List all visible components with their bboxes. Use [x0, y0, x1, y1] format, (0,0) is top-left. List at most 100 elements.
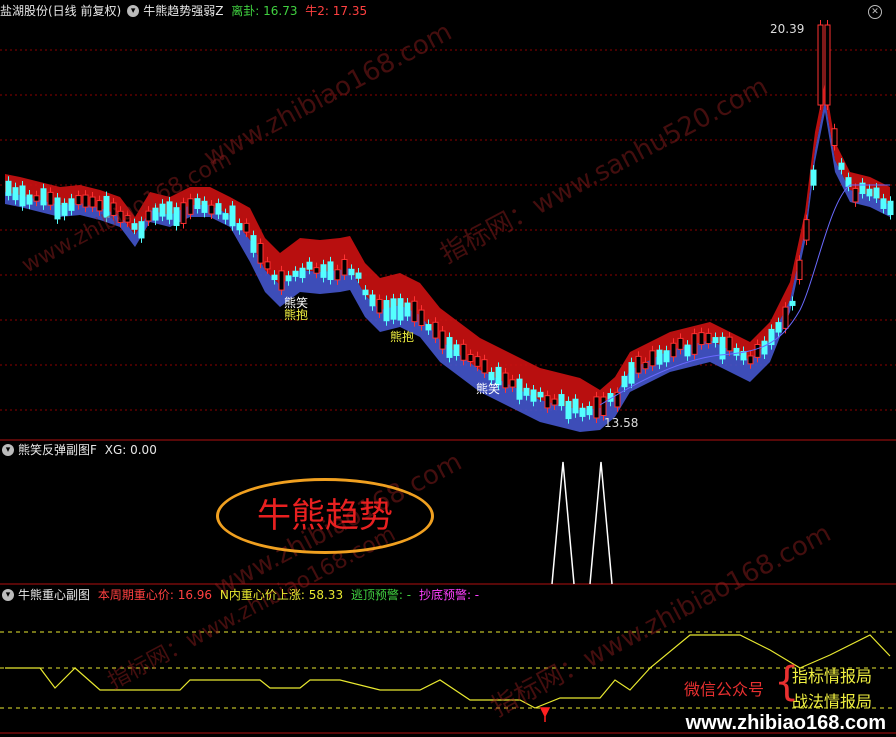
promo-line2: 战法情报局: [792, 692, 873, 711]
candle-body: [173, 207, 180, 226]
low-price-label: 13.58: [604, 416, 639, 430]
candle-body: [530, 389, 537, 402]
candle-body: [250, 235, 257, 253]
promo-line1: 指标情报局: [792, 667, 873, 686]
candle-body: [411, 300, 418, 323]
chart-canvas[interactable]: [0, 0, 896, 737]
candle-body: [341, 259, 348, 276]
candle-body: [810, 169, 817, 186]
candle-body: [796, 259, 803, 280]
candle-body: [390, 298, 397, 320]
candle-body: [880, 198, 887, 209]
candle-body: [670, 342, 677, 358]
candle-body: [509, 379, 516, 388]
main-chart-header: 盐湖股份(日线 前复权) ▾ 牛熊趋势强弱Z 离卦: 16.73 牛2: 17.35: [0, 2, 371, 20]
niu2-value: 牛2: 17.35: [305, 4, 368, 18]
candle-body: [537, 391, 544, 398]
candle-body: [684, 344, 691, 357]
wechat-label: 微信公众号: [684, 680, 765, 699]
candle-body: [579, 407, 586, 417]
candle-body: [75, 195, 82, 206]
candle-body: [593, 396, 600, 419]
candle-body: [425, 324, 432, 331]
candle-body: [131, 223, 138, 230]
candle-body: [775, 322, 782, 333]
candle-body: [481, 359, 488, 374]
candle-body: [467, 353, 474, 363]
sub1-indicator-name[interactable]: 熊笑反弹副图F: [18, 443, 97, 457]
candle-body: [376, 298, 383, 314]
candle-body: [194, 198, 201, 209]
candle-body: [404, 302, 411, 317]
candle-body: [110, 202, 117, 216]
n-rise-value: N内重心价上涨: 58.33: [219, 588, 344, 602]
candle-body: [54, 197, 61, 220]
candle-body: [831, 128, 838, 146]
candle-body: [453, 344, 460, 356]
bear-hug-label: 熊抱: [284, 308, 309, 322]
candle-body: [474, 356, 481, 367]
candle-body: [271, 274, 278, 281]
candle-body: [502, 372, 509, 389]
chevron-down-icon[interactable]: ▾: [127, 4, 140, 17]
candle-body: [138, 221, 145, 239]
candle-body: [236, 223, 243, 231]
candle-body: [691, 333, 698, 355]
candle-body: [523, 387, 530, 396]
candle-body: [264, 261, 271, 270]
candle-body: [229, 205, 236, 227]
candle-body: [586, 406, 593, 416]
candle-body: [278, 270, 285, 291]
candle-body: [656, 349, 663, 365]
candle-body: [558, 394, 565, 407]
candle-body: [446, 337, 453, 358]
candle-body: [439, 330, 446, 350]
candle-body: [201, 200, 208, 213]
candle-body: [180, 202, 187, 224]
sub2-header: ▾ 牛熊重心副图 本周期重心价: 16.96 N内重心价上涨: 58.33 逃顶预…: [0, 586, 483, 604]
candle-body: [642, 361, 649, 370]
candle-body: [299, 267, 306, 279]
indicator-name[interactable]: 牛熊趋势强弱Z: [143, 4, 223, 18]
candle-body: [208, 204, 215, 215]
candle-body: [866, 188, 873, 197]
candle-body: [712, 337, 719, 343]
candle-body: [334, 269, 341, 281]
candle-body: [397, 298, 404, 321]
candle-body: [705, 332, 712, 345]
trend-badge: 牛熊趋势: [216, 478, 434, 554]
candle-body: [432, 321, 439, 339]
candle-body: [313, 267, 320, 274]
candle-body: [166, 201, 173, 220]
candle-body: [306, 261, 313, 270]
signal-spike: [551, 461, 613, 585]
candle-body: [817, 24, 824, 106]
bear-hug-label: 熊抱: [390, 330, 415, 344]
candle-body: [68, 198, 75, 211]
candle-body: [516, 378, 523, 400]
chevron-down-icon[interactable]: ▾: [2, 443, 14, 456]
candle-body: [782, 306, 789, 329]
candle-body: [572, 398, 579, 414]
chevron-down-icon[interactable]: ▾: [2, 588, 14, 601]
bear-band: [5, 100, 890, 432]
candle-body: [418, 309, 425, 327]
candle-body: [369, 294, 376, 307]
candle-body: [152, 207, 159, 221]
sub2-indicator-name[interactable]: 牛熊重心副图: [18, 588, 90, 602]
candle-body: [355, 272, 362, 279]
candle-body: [852, 187, 859, 203]
candle-body: [320, 264, 327, 278]
candle-body: [726, 336, 733, 352]
candle-body: [145, 210, 152, 222]
candle-body: [362, 289, 369, 296]
candle-body: [789, 300, 796, 306]
candle-body: [460, 343, 467, 361]
candle-body: [19, 185, 26, 207]
candle-body: [887, 200, 894, 216]
candle-body: [838, 162, 845, 170]
candle-body: [621, 375, 628, 388]
candle-body: [33, 195, 40, 202]
candle-body: [26, 194, 33, 205]
bear-smile-label: 熊笑: [476, 382, 501, 396]
